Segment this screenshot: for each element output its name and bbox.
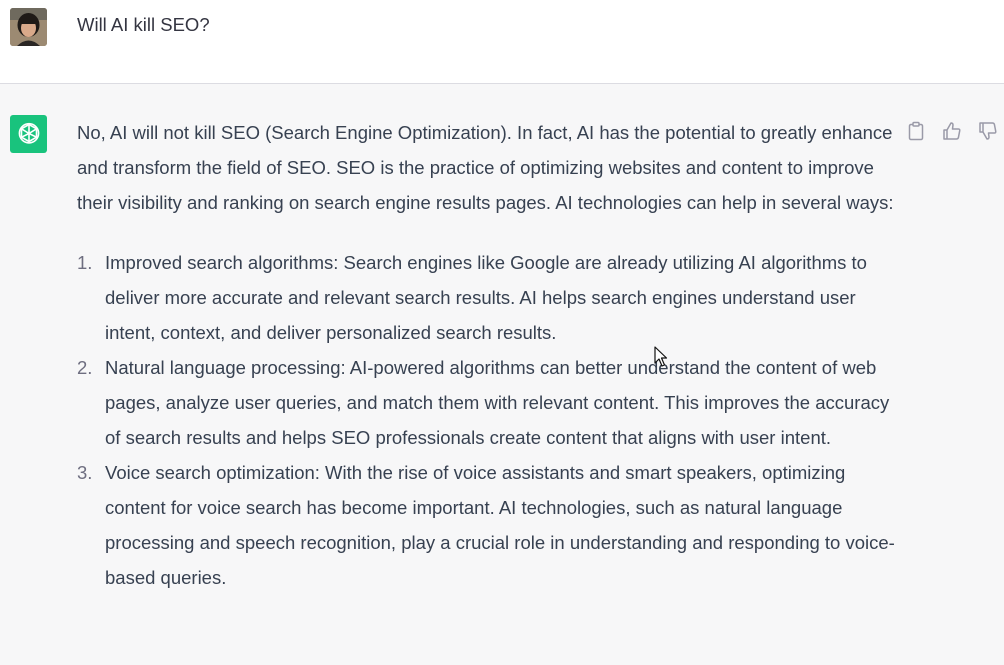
list-item: 3. Voice search optimization: With the r… (77, 455, 897, 595)
user-avatar-photo (10, 8, 47, 46)
list-item-text: Voice search optimization: With the rise… (105, 462, 895, 588)
thumbs-down-button[interactable] (977, 120, 999, 142)
thumbs-up-icon (943, 122, 961, 140)
assistant-message-row: No, AI will not kill SEO (Search Engine … (0, 84, 1004, 665)
user-message-text: Will AI kill SEO? (77, 14, 210, 35)
answer-list: 1. Improved search algorithms: Search en… (77, 245, 897, 595)
thumbs-up-button[interactable] (941, 120, 963, 142)
list-item: 2. Natural language processing: AI-power… (77, 350, 897, 455)
list-number: 2. (77, 357, 93, 378)
mouse-cursor-icon (654, 346, 668, 367)
list-item: 1. Improved search algorithms: Search en… (77, 245, 897, 350)
list-item-text: Natural language processing: AI-powered … (105, 357, 890, 448)
openai-logo-icon (18, 122, 39, 144)
message-actions (905, 120, 999, 142)
assistant-avatar (10, 115, 47, 153)
user-avatar (10, 8, 47, 46)
list-number: 3. (77, 462, 93, 483)
thumbs-down-icon (979, 122, 997, 140)
list-item-text: Improved search algorithms: Search engin… (105, 252, 867, 343)
answer-intro: No, AI will not kill SEO (Search Engine … (77, 122, 894, 213)
user-message-row: Will AI kill SEO? (0, 0, 1004, 84)
assistant-answer: No, AI will not kill SEO (Search Engine … (77, 115, 897, 595)
copy-button[interactable] (905, 120, 927, 142)
copy-icon (908, 121, 924, 141)
list-number: 1. (77, 252, 93, 273)
